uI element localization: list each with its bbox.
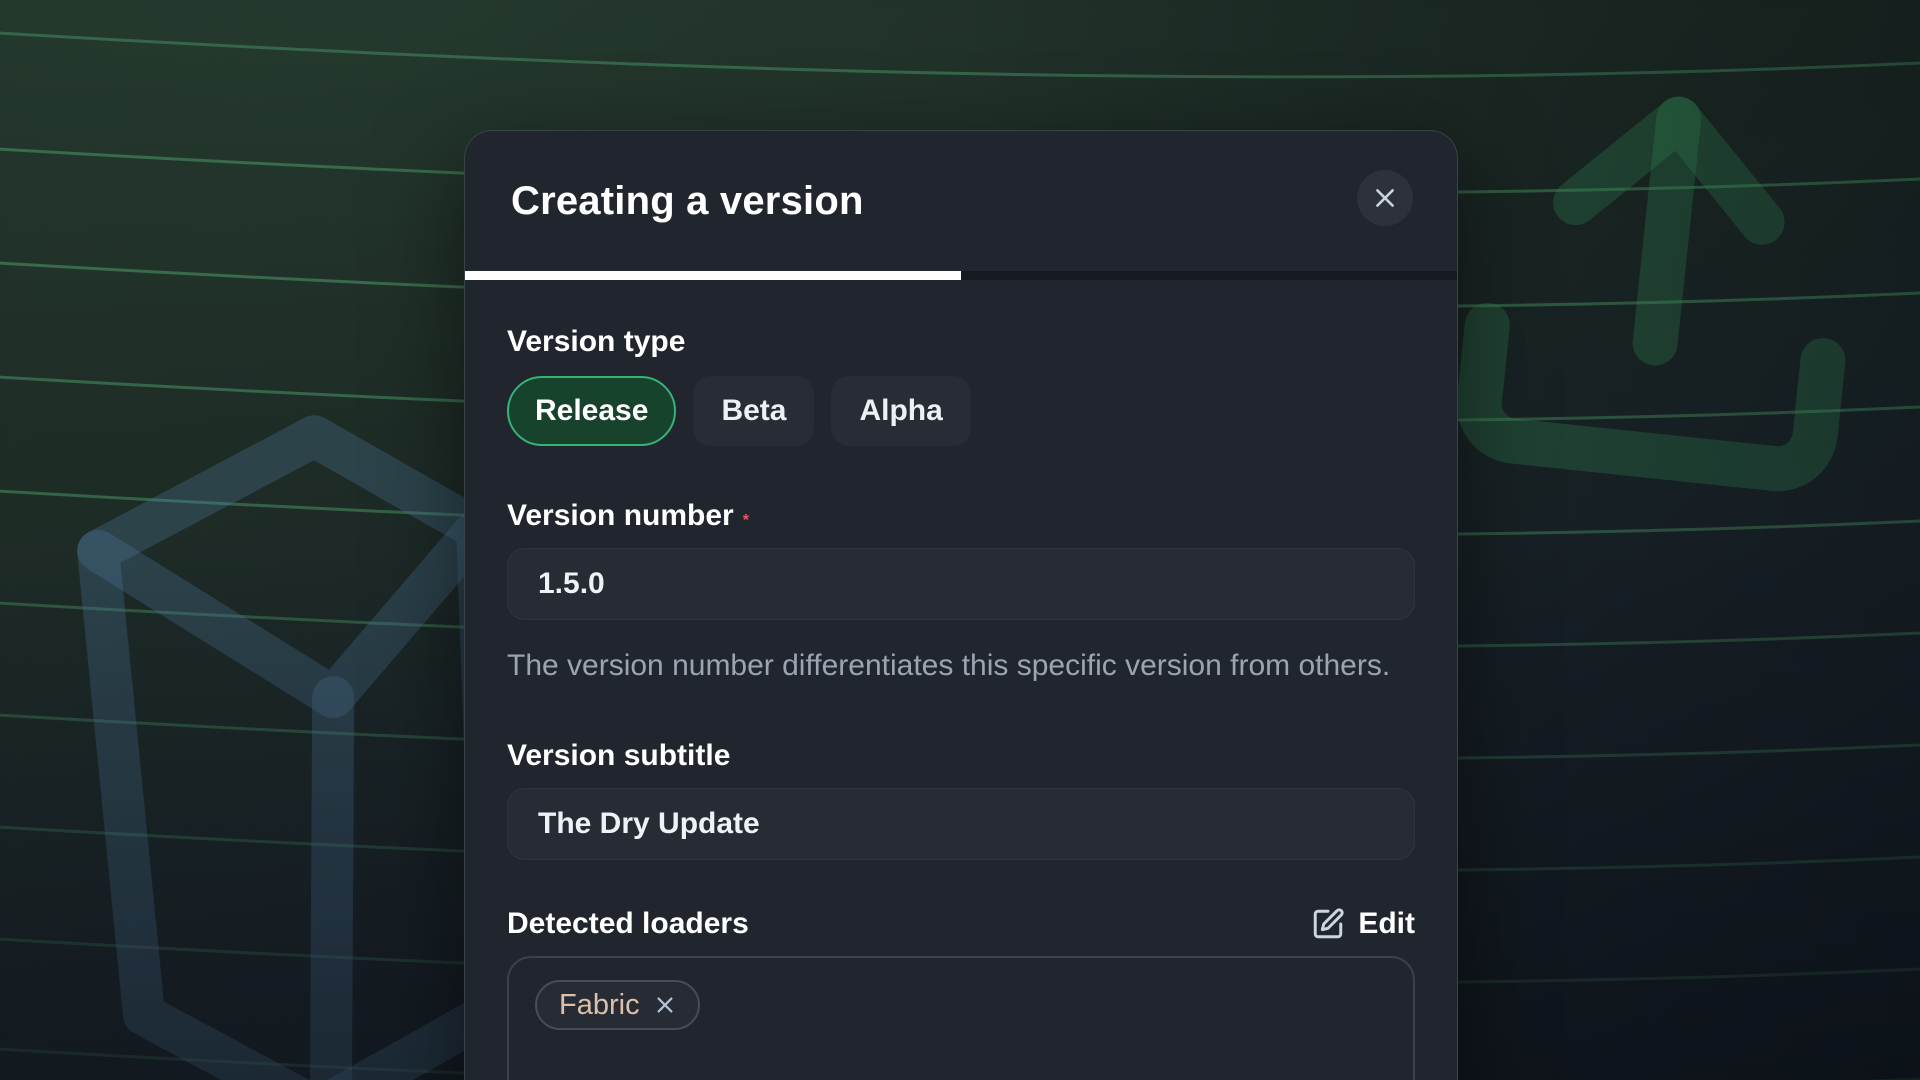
- close-icon: [1372, 185, 1398, 211]
- version-number-help: The version number differentiates this s…: [507, 646, 1397, 686]
- version-number-input[interactable]: [507, 548, 1415, 620]
- edit-icon: [1311, 907, 1345, 941]
- create-version-modal: Creating a version Version type Release …: [464, 130, 1458, 1080]
- loader-chip-label: Fabric: [559, 989, 640, 1022]
- close-button[interactable]: [1357, 170, 1413, 226]
- required-asterisk: *: [743, 512, 749, 530]
- modal-title: Creating a version: [511, 179, 864, 224]
- detected-loaders-row: Detected loaders Edit: [507, 906, 1415, 942]
- version-number-label: Version number: [507, 498, 734, 534]
- version-type-release-button[interactable]: Release: [507, 376, 676, 446]
- progress-bar: [465, 271, 1457, 280]
- version-subtitle-label: Version subtitle: [507, 738, 1415, 774]
- edit-loaders-button[interactable]: Edit: [1311, 907, 1415, 941]
- version-subtitle-input[interactable]: [507, 788, 1415, 860]
- loaders-container: Fabric: [507, 956, 1415, 1080]
- version-type-beta-button[interactable]: Beta: [693, 376, 814, 446]
- remove-loader-icon[interactable]: [654, 994, 676, 1016]
- version-number-label-row: Version number *: [507, 498, 1415, 534]
- detected-loaders-label: Detected loaders: [507, 906, 749, 942]
- modal-header: Creating a version: [465, 131, 1457, 271]
- modal-body: Version type Release Beta Alpha Version …: [465, 280, 1457, 1080]
- edit-button-label: Edit: [1358, 907, 1415, 941]
- version-type-options: Release Beta Alpha: [507, 376, 1415, 446]
- progress-bar-fill: [465, 271, 961, 280]
- version-type-label: Version type: [507, 324, 1415, 360]
- upload-arrow-icon: [1414, 40, 1909, 535]
- version-type-alpha-button[interactable]: Alpha: [831, 376, 970, 446]
- loader-chip-fabric[interactable]: Fabric: [535, 980, 700, 1030]
